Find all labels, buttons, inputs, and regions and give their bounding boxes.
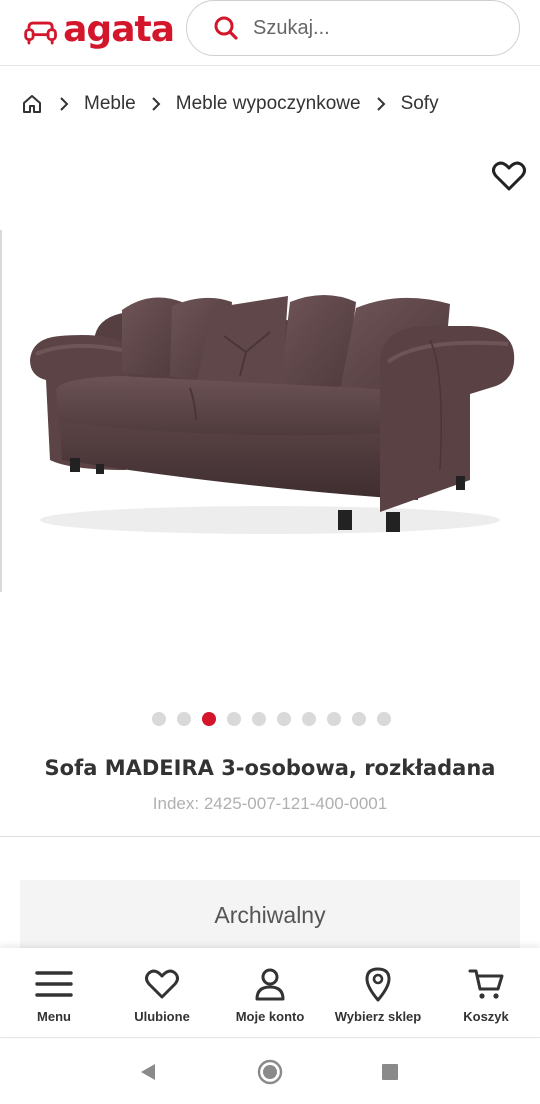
bottom-navigation: Menu Ulubione Moje konto Wybierz sklep K…: [0, 948, 540, 1038]
carousel-dot[interactable]: [177, 712, 191, 726]
recent-apps-icon[interactable]: [382, 1064, 398, 1080]
carousel-dot[interactable]: [352, 712, 366, 726]
product-index: Index: 2425-007-121-400-0001: [152, 794, 388, 813]
archived-status-box: Archiwalny: [20, 880, 520, 950]
home-button-icon[interactable]: [257, 1059, 283, 1085]
carousel-dot[interactable]: [277, 712, 291, 726]
breadcrumb-meble-wypoczynkowe[interactable]: Meble wypoczynkowe: [176, 93, 361, 115]
search-placeholder: Szukaj...: [253, 16, 330, 39]
breadcrumb-home[interactable]: [20, 92, 44, 116]
nav-cart-label: Koszyk: [463, 1009, 509, 1024]
cart-icon: [468, 969, 504, 999]
nav-account[interactable]: Moje konto: [216, 948, 324, 1037]
nav-menu[interactable]: Menu: [0, 948, 108, 1037]
sofa-logo-icon: [24, 21, 57, 44]
logo[interactable]: agata: [24, 11, 175, 48]
carousel-dot[interactable]: [152, 712, 166, 726]
nav-cart[interactable]: Koszyk: [432, 948, 540, 1037]
nav-favorites[interactable]: Ulubione: [108, 948, 216, 1037]
add-to-favorites-button[interactable]: [492, 160, 526, 192]
logo-text: agata: [63, 8, 175, 50]
product-image-sofa[interactable]: [0, 140, 540, 700]
carousel-dot[interactable]: [252, 712, 266, 726]
product-title: Sofa MADEIRA 3-osobowa, rozkładana: [44, 756, 496, 780]
breadcrumb-meble[interactable]: Meble: [84, 93, 136, 115]
system-navigation-bar: [0, 1040, 540, 1104]
user-icon: [255, 968, 285, 1001]
home-icon: [23, 95, 41, 113]
chevron-right-icon: [361, 96, 401, 112]
menu-icon: [35, 971, 73, 997]
heart-icon: [145, 969, 179, 999]
breadcrumb-sofy[interactable]: Sofy: [401, 93, 439, 115]
nav-store[interactable]: Wybierz sklep: [324, 948, 432, 1037]
header: agata Szukaj...: [0, 0, 540, 66]
nav-account-label: Moje konto: [235, 1009, 305, 1024]
carousel-dot[interactable]: [327, 712, 341, 726]
location-pin-icon: [365, 967, 391, 1002]
search-icon: [214, 16, 238, 40]
carousel-pagination: [152, 712, 391, 726]
archived-label: Archiwalny: [214, 901, 326, 928]
chevron-right-icon: [44, 96, 84, 112]
nav-favorites-label: Ulubione: [134, 1009, 190, 1024]
nav-menu-label: Menu: [37, 1009, 71, 1024]
nav-store-label: Wybierz sklep: [334, 1009, 422, 1024]
search-input[interactable]: Szukaj...: [186, 0, 520, 56]
carousel-dot[interactable]: [202, 712, 216, 726]
breadcrumb: Meble Meble wypoczynkowe Sofy: [20, 86, 439, 122]
heart-icon: [492, 161, 526, 191]
divider: [0, 836, 540, 837]
carousel-dot[interactable]: [377, 712, 391, 726]
back-icon[interactable]: [138, 1062, 158, 1082]
carousel-dot[interactable]: [227, 712, 241, 726]
chevron-right-icon: [136, 96, 176, 112]
carousel-dot[interactable]: [302, 712, 316, 726]
